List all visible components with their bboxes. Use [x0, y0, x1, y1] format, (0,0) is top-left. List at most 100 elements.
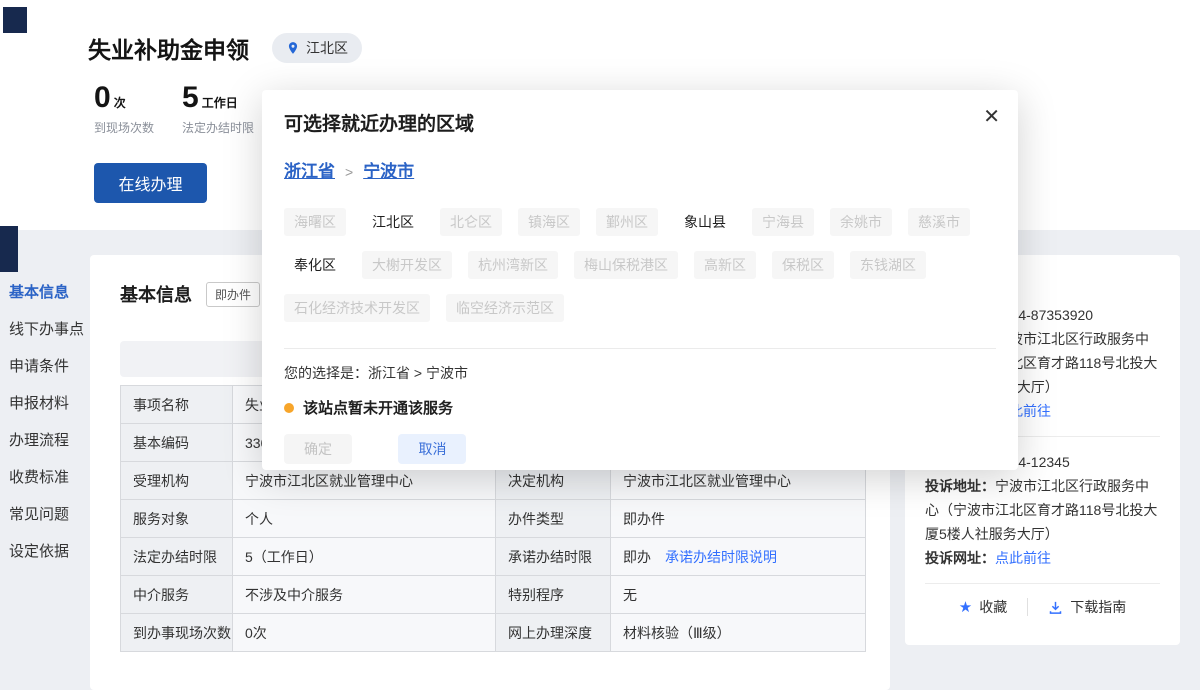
confirm-button: 确定	[284, 434, 352, 464]
location-pin-icon	[286, 41, 300, 55]
breadcrumb: 浙江省 > 宁波市	[284, 160, 996, 184]
sidebar-nav: 基本信息线下办事点申请条件申报材料办理流程收费标准常见问题设定依据	[0, 274, 88, 570]
favorite-button[interactable]: ★ 收藏	[939, 597, 1027, 617]
apply-online-button[interactable]: 在线办理	[94, 163, 207, 203]
table-label-cell: 网上办理深度	[496, 614, 611, 652]
region-button[interactable]: 江北区	[362, 208, 424, 236]
region-button: 大榭开发区	[362, 251, 452, 279]
modal-actions: 确定 取消	[284, 434, 996, 464]
table-value-cell: 不涉及中介服务	[233, 576, 496, 614]
stat-unit: 次	[114, 96, 126, 110]
table-label-cell: 受理机构	[121, 462, 233, 500]
sidebar-item[interactable]: 设定依据	[0, 533, 88, 570]
page-title: 失业补助金申领	[88, 31, 249, 65]
location-badge-label: 江北区	[306, 38, 348, 58]
stat-visits: 0次 到现场次数	[94, 82, 154, 136]
selection-value: 浙江省 > 宁波市	[368, 365, 468, 381]
table-value-cell: 即办件	[611, 500, 866, 538]
region-button: 海曙区	[284, 208, 346, 236]
stat-value: 5	[182, 81, 199, 114]
breadcrumb-province[interactable]: 浙江省	[284, 162, 335, 181]
selection-line: 您的选择是：浙江省 > 宁波市	[284, 363, 996, 383]
favorite-label: 收藏	[979, 597, 1007, 617]
stat-value: 0	[94, 81, 111, 114]
table-label-cell: 承诺办结时限	[496, 538, 611, 576]
cancel-button[interactable]: 取消	[398, 434, 466, 464]
table-label-cell: 服务对象	[121, 500, 233, 538]
region-button[interactable]: 奉化区	[284, 251, 346, 279]
sidebar-item[interactable]: 申报材料	[0, 385, 88, 422]
table-value-cell: 无	[611, 576, 866, 614]
stats-row: 0次 到现场次数 5工作日 法定办结时限	[94, 82, 254, 136]
table-label-cell: 办件类型	[496, 500, 611, 538]
table-value-cell: 个人	[233, 500, 496, 538]
region-button: 临空经济示范区	[446, 294, 564, 322]
modal-title: 可选择就近办理的区域	[284, 112, 996, 138]
region-button: 保税区	[772, 251, 834, 279]
table-value-cell: 5（工作日）	[233, 538, 496, 576]
warning-dot-icon	[284, 403, 294, 413]
sidebar-item[interactable]: 线下办事点	[0, 311, 88, 348]
download-label: 下载指南	[1070, 597, 1126, 617]
sidebar-item[interactable]: 申请条件	[0, 348, 88, 385]
sidebar-item[interactable]: 常见问题	[0, 496, 88, 533]
section-title: 基本信息	[120, 281, 192, 307]
stat-unit: 工作日	[202, 96, 238, 110]
complaint-goto-link[interactable]: 点此前往	[995, 550, 1051, 566]
complaint-url-label: 投诉网址：	[925, 550, 995, 566]
sidebar-item[interactable]: 基本信息	[0, 274, 88, 311]
table-label-cell: 特别程序	[496, 576, 611, 614]
region-button: 宁海县	[752, 208, 814, 236]
breadcrumb-city[interactable]: 宁波市	[363, 162, 414, 181]
warning-text: 该站点暂未开通该服务	[303, 397, 453, 418]
sidebar-item[interactable]: 收费标准	[0, 459, 88, 496]
table-label-cell: 中介服务	[121, 576, 233, 614]
table-label-cell: 基本编码	[121, 424, 233, 462]
complaint-address-label: 投诉地址：	[925, 478, 995, 494]
warning-line: 该站点暂未开通该服务	[284, 397, 996, 418]
table-row: 中介服务不涉及中介服务特别程序无	[121, 576, 866, 614]
side-widget[interactable]	[0, 226, 18, 272]
complaint-address-line: 投诉地址：宁波市江北区行政服务中心（宁波市江北区育才路118号北投大厦5楼人社服…	[925, 474, 1160, 546]
breadcrumb-separator: >	[345, 164, 353, 180]
table-label-cell: 到办事现场次数	[121, 614, 233, 652]
download-guide-button[interactable]: 下载指南	[1028, 597, 1146, 617]
table-label-cell: 事项名称	[121, 386, 233, 424]
star-icon: ★	[959, 598, 972, 616]
table-value-cell: 0次	[233, 614, 496, 652]
region-button: 高新区	[694, 251, 756, 279]
region-button: 杭州湾新区	[468, 251, 558, 279]
section-tag: 即办件	[206, 282, 260, 307]
location-badge[interactable]: 江北区	[272, 33, 362, 63]
section-head: 基本信息 即办件	[120, 281, 260, 307]
table-row: 到办事现场次数0次网上办理深度材料核验（Ⅲ级）	[121, 614, 866, 652]
selection-label: 您的选择是：	[284, 365, 368, 381]
table-value-cell: 即办承诺办结时限说明	[611, 538, 866, 576]
region-button: 梅山保税港区	[574, 251, 678, 279]
logo-mark	[3, 7, 27, 33]
stat-time-limit: 5工作日 法定办结时限	[182, 82, 254, 136]
region-button: 北仑区	[440, 208, 502, 236]
table-label-cell: 法定办结时限	[121, 538, 233, 576]
region-button: 石化经济技术开发区	[284, 294, 430, 322]
region-button: 余姚市	[830, 208, 892, 236]
sidebar-item[interactable]: 办理流程	[0, 422, 88, 459]
divider	[925, 583, 1160, 584]
region-button: 慈溪市	[908, 208, 970, 236]
download-icon	[1048, 600, 1063, 615]
divider	[284, 348, 996, 349]
table-row: 法定办结时限5（工作日）承诺办结时限即办承诺办结时限说明	[121, 538, 866, 576]
table-value-cell: 材料核验（Ⅲ级）	[611, 614, 866, 652]
card-actions: ★ 收藏 下载指南	[925, 597, 1160, 617]
region-button: 东钱湖区	[850, 251, 926, 279]
promise-limit-link[interactable]: 承诺办结时限说明	[665, 549, 777, 565]
region-button: 镇海区	[518, 208, 580, 236]
complaint-url-line: 投诉网址：点此前往	[925, 546, 1160, 570]
region-button: 鄞州区	[596, 208, 658, 236]
region-modal: 可选择就近办理的区域 ✕ 浙江省 > 宁波市 海曙区江北区北仑区镇海区鄞州区象山县宁…	[262, 90, 1018, 470]
stat-label: 法定办结时限	[182, 119, 254, 136]
table-row: 服务对象个人办件类型即办件	[121, 500, 866, 538]
region-button[interactable]: 象山县	[674, 208, 736, 236]
close-icon[interactable]: ✕	[983, 104, 1000, 129]
region-grid: 海曙区江北区北仑区镇海区鄞州区象山县宁海县余姚市慈溪市奉化区大榭开发区杭州湾新区…	[284, 208, 996, 322]
